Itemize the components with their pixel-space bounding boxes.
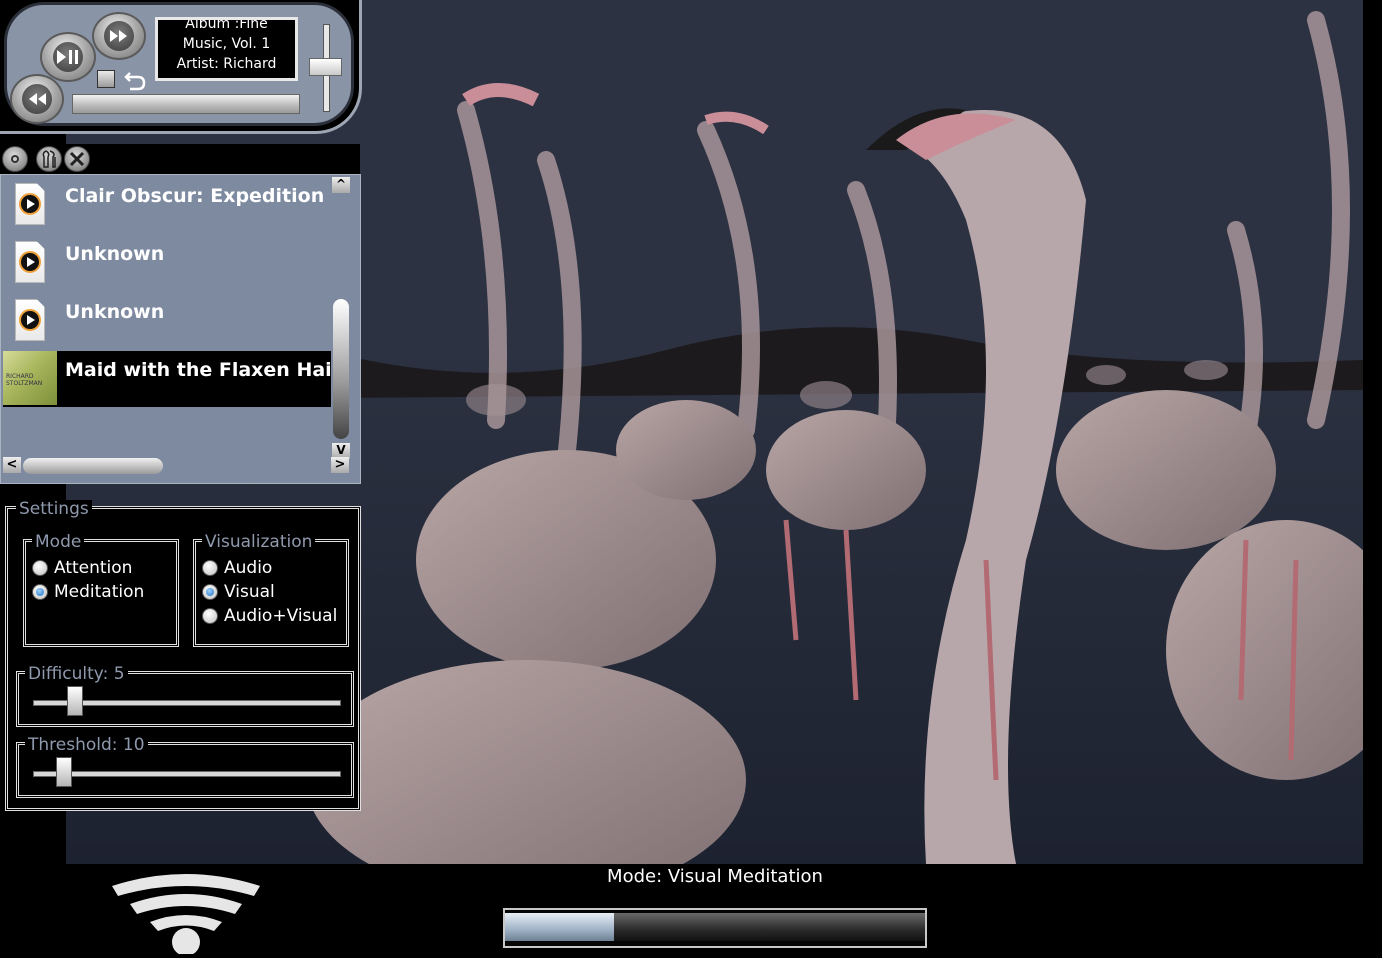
play-pause-icon xyxy=(53,42,83,72)
album-line-2: Music, Vol. 1 xyxy=(182,36,271,52)
difficulty-slider-thumb[interactable] xyxy=(67,686,84,716)
threshold-group: Threshold: 10 xyxy=(16,736,354,798)
media-file-icon xyxy=(15,241,45,283)
signal-progress-fill xyxy=(505,913,615,941)
settings-panel: Settings Mode Attention Meditation Visua… xyxy=(5,500,361,811)
playlist-item-selected[interactable]: RICHARD STOLTZMAN Maid with the Flaxen H… xyxy=(3,351,331,407)
radio-button[interactable] xyxy=(202,560,218,576)
horizontal-scrollbar[interactable]: < > xyxy=(3,457,349,475)
play-pause-button[interactable] xyxy=(40,32,96,82)
close-icon xyxy=(69,151,85,167)
radio-button[interactable] xyxy=(32,560,48,576)
play-icon xyxy=(19,309,41,331)
visualization-option-visual[interactable]: Visual xyxy=(202,582,275,602)
scroll-up-button[interactable]: ^ xyxy=(332,177,350,193)
seek-bar[interactable] xyxy=(72,94,300,114)
track-info-display: Album :Fine Music, Vol. 1 Artist: Richar… xyxy=(155,17,298,81)
volume-slider-thumb[interactable] xyxy=(309,58,342,76)
radio-label: Meditation xyxy=(54,582,145,602)
radio-button-selected[interactable] xyxy=(32,584,48,600)
vertical-scrollbar[interactable]: ^ V xyxy=(332,177,350,459)
wrench-icon xyxy=(42,150,56,168)
threshold-slider-track[interactable] xyxy=(33,771,341,777)
mode-option-attention[interactable]: Attention xyxy=(32,558,132,578)
dot-icon xyxy=(11,155,19,163)
radio-button[interactable] xyxy=(202,608,218,624)
rewind-button[interactable] xyxy=(10,74,64,124)
fast-forward-button[interactable] xyxy=(92,12,146,60)
playlist-item[interactable]: Clair Obscur: Expedition 33 (C xyxy=(3,177,331,233)
playlist-item-title: Unknown xyxy=(65,301,165,323)
media-player: Album :Fine Music, Vol. 1 Artist: Richar… xyxy=(0,0,362,136)
threshold-label: Threshold: 10 xyxy=(25,736,148,754)
radio-label: Audio+Visual xyxy=(224,606,338,626)
repeat-button[interactable] xyxy=(122,67,148,93)
signal-strength-icon xyxy=(108,870,264,956)
visualization-option-audio[interactable]: Audio xyxy=(202,558,272,578)
horizontal-scroll-thumb[interactable] xyxy=(23,458,163,474)
playlist-item[interactable]: Unknown xyxy=(3,293,331,349)
mode-status-text: Mode: Visual Meditation xyxy=(607,866,823,887)
repeat-icon xyxy=(124,72,146,91)
visualization-group-label: Visualization xyxy=(202,533,316,551)
media-file-icon xyxy=(15,183,45,225)
playlist: Clair Obscur: Expedition 33 (C Unknown U… xyxy=(0,174,361,484)
artist-line: Artist: Richard xyxy=(176,56,277,72)
visualization-group: Visualization Audio Visual Audio+Visual xyxy=(193,533,349,647)
media-file-icon xyxy=(15,299,45,341)
radio-button-selected[interactable] xyxy=(202,584,218,600)
playlist-item-title: Maid with the Flaxen Hair xyxy=(65,359,331,381)
settings-tool-button[interactable] xyxy=(36,146,62,172)
album-art-text: RICHARD STOLTZMAN xyxy=(6,373,43,387)
play-icon xyxy=(19,251,41,273)
difficulty-label: Difficulty: 5 xyxy=(25,665,128,683)
stop-button[interactable] xyxy=(97,70,115,88)
close-button[interactable] xyxy=(64,146,90,172)
mode-group: Mode Attention Meditation xyxy=(23,533,179,647)
mode-group-label: Mode xyxy=(32,533,85,551)
playlist-toolbar xyxy=(0,144,360,174)
threshold-slider-thumb[interactable] xyxy=(55,757,72,787)
vertical-scroll-thumb[interactable] xyxy=(333,299,349,439)
mode-option-meditation[interactable]: Meditation xyxy=(32,582,144,602)
radio-label: Attention xyxy=(54,558,133,578)
rewind-icon xyxy=(22,84,52,114)
settings-title: Settings xyxy=(16,500,92,518)
album-line-1: Album :Fine xyxy=(185,17,268,32)
scroll-right-button[interactable]: > xyxy=(331,457,349,473)
play-icon xyxy=(19,193,41,215)
signal-progress-bar xyxy=(503,908,927,948)
visualization-option-audio-visual[interactable]: Audio+Visual xyxy=(202,606,337,626)
difficulty-group: Difficulty: 5 xyxy=(16,665,354,727)
radio-label: Visual xyxy=(224,582,275,602)
radio-label: Audio xyxy=(224,558,273,578)
album-art: RICHARD STOLTZMAN xyxy=(3,351,57,405)
playlist-item-title: Clair Obscur: Expedition 33 (C xyxy=(65,185,331,207)
minimize-button[interactable] xyxy=(2,146,28,172)
scroll-left-button[interactable]: < xyxy=(3,457,21,473)
playlist-item-title: Unknown xyxy=(65,243,165,265)
playlist-item[interactable]: Unknown xyxy=(3,235,331,291)
fast-forward-icon xyxy=(104,21,134,51)
